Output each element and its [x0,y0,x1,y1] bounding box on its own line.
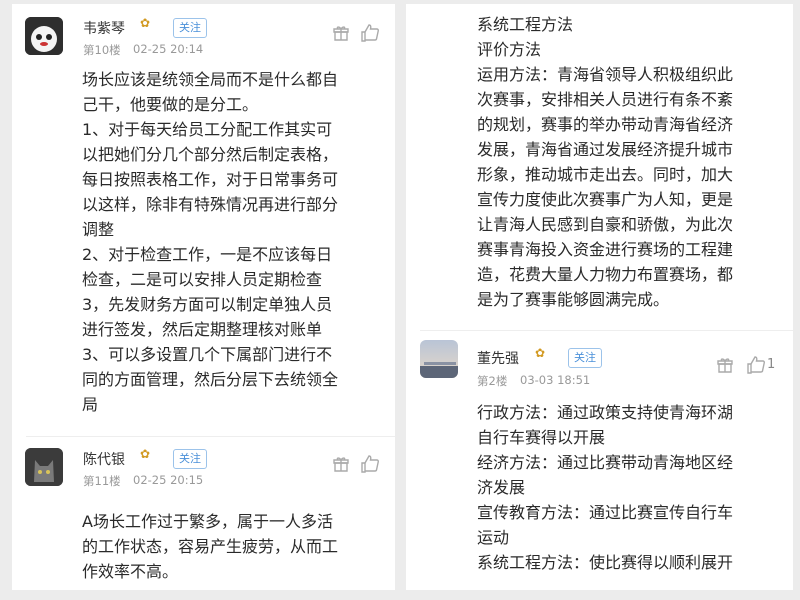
divider [26,436,395,437]
thumbs-up-icon[interactable] [360,454,380,478]
post-line: 调整 [82,220,115,239]
post-line: 系统工程方法：使比赛得以顺利展开 [477,553,734,572]
gift-icon[interactable] [332,455,350,477]
follow-button[interactable]: 关注 [568,348,602,368]
post-line: 赛事青海投入资金进行赛场的工程建 [477,240,734,259]
post-line: 场长应该是统领全局而不是什么都自 [82,70,339,89]
post-line: 局 [82,395,99,414]
post-header: 陈代银 ✿ 关注 第11楼 02-25 20:15 [12,445,395,491]
post-line: 系统工程方法 [477,15,574,34]
gift-icon[interactable] [332,24,350,46]
thumbs-up-icon[interactable] [360,23,380,47]
post-time: 03-03 18:51 [520,373,591,387]
post-line: 2、对于检查工作，一是不应该每日 [82,245,333,264]
divider [420,330,793,331]
post-line: 1、对于每天给员工分配工作其实可 [82,120,333,139]
post-line: 运动 [477,528,510,547]
post-line: 以把她们分几个部分然后制定表格， [82,145,339,164]
thumbs-up-icon[interactable] [746,355,766,379]
follow-button[interactable]: 关注 [173,449,207,469]
gift-icon[interactable] [716,356,734,378]
post-line: 自行车赛得以开展 [477,428,606,447]
floor-label: 第10楼 [83,43,121,57]
post-line: 检查，二是可以安排人员定期检查 [82,270,323,289]
avatar[interactable] [25,448,63,486]
post-line: 的规划，赛事的举办带动青海省经济 [477,115,734,134]
post-line: 造，花费大量人力物力布置赛场，都 [477,265,734,284]
post-time: 02-25 20:15 [133,473,204,487]
left-panel: 韦紫琴 ✿ 关注 第10楼 02-25 20:14 场长应该是统领全局而不是什么… [12,4,395,590]
post-body: 行政方法：通过政策支持使青海环湖 自行车赛得以开展 经济方法：通过比赛带动青海地… [477,400,789,575]
post-body: 场长应该是统领全局而不是什么都自 己干，他要做的是分工。 1、对于每天给员工分配… [82,67,392,417]
username[interactable]: 董先强 [477,348,519,368]
post-header: 董先强 ✿ 关注 第2楼 03-03 18:51 1 [406,337,793,388]
floor-label: 第2楼 [477,374,508,388]
post-line: 宣传教育方法：通过比赛宣传自行车 [477,503,734,522]
post-line: 次赛事，安排相关人员进行有条不紊 [477,90,734,109]
post-line: 运用方法：青海省领导人积极组织此 [477,65,734,84]
post-line: 的工作状态，容易产生疲劳，从而工 [82,537,339,556]
post-line: 以这样，除非有特殊情况再进行部分 [82,195,339,214]
flower-badge-icon: ✿ [140,447,151,461]
post-line: 进行签发，然后定期整理核对账单 [82,320,323,339]
post-line: 经济方法：通过比赛带动青海地区经 [477,453,734,472]
post-line: 行政方法：通过政策支持使青海环湖 [477,403,734,422]
post-line: 3，先发财务方面可以制定单独人员 [82,295,333,314]
post-header: 韦紫琴 ✿ 关注 第10楼 02-25 20:14 [12,14,395,60]
flower-badge-icon: ✿ [535,346,546,360]
post-line: 是为了赛事能够圆满完成。 [477,290,670,309]
post-line: 发展，青海省通过发展经济提升城市 [477,140,734,159]
flower-badge-icon: ✿ [140,16,151,30]
post-line: 每日按照表格工作，对于日常事务可 [82,170,339,189]
post-line: 济发展 [477,478,526,497]
username[interactable]: 韦紫琴 [83,18,125,38]
post-line: 评价方法 [477,40,542,59]
post-line: 让青海人民感到自豪和骄傲，为此次 [477,215,734,234]
post-body: 系统工程方法 评价方法 运用方法：青海省领导人积极组织此 次赛事，安排相关人员进… [477,12,789,312]
avatar[interactable] [25,17,63,55]
post-body: A场长工作过于繁多，属于一人多活 的工作状态，容易产生疲劳，从而工 作效率不高。 [82,509,392,584]
avatar[interactable] [420,340,458,378]
username[interactable]: 陈代银 [83,449,125,469]
floor-label: 第11楼 [83,474,121,488]
post-line: 作效率不高。 [82,562,179,581]
like-count: 1 [767,357,776,372]
post-line: 3、可以多设置几个下属部门进行不 [82,345,333,364]
post-line: A场长工作过于繁多，属于一人多活 [82,512,333,531]
post-line: 宣传力度使此次赛事广为人知，更是 [477,190,734,209]
post-time: 02-25 20:14 [133,42,204,56]
post-line: 己干，他要做的是分工。 [82,95,259,114]
follow-button[interactable]: 关注 [173,18,207,38]
right-panel: 系统工程方法 评价方法 运用方法：青海省领导人积极组织此 次赛事，安排相关人员进… [406,4,793,590]
post-line: 形象，推动城市走出去。同时，加大 [477,165,734,184]
post-line: 同的方面管理，然后分层下去统领全 [82,370,339,389]
